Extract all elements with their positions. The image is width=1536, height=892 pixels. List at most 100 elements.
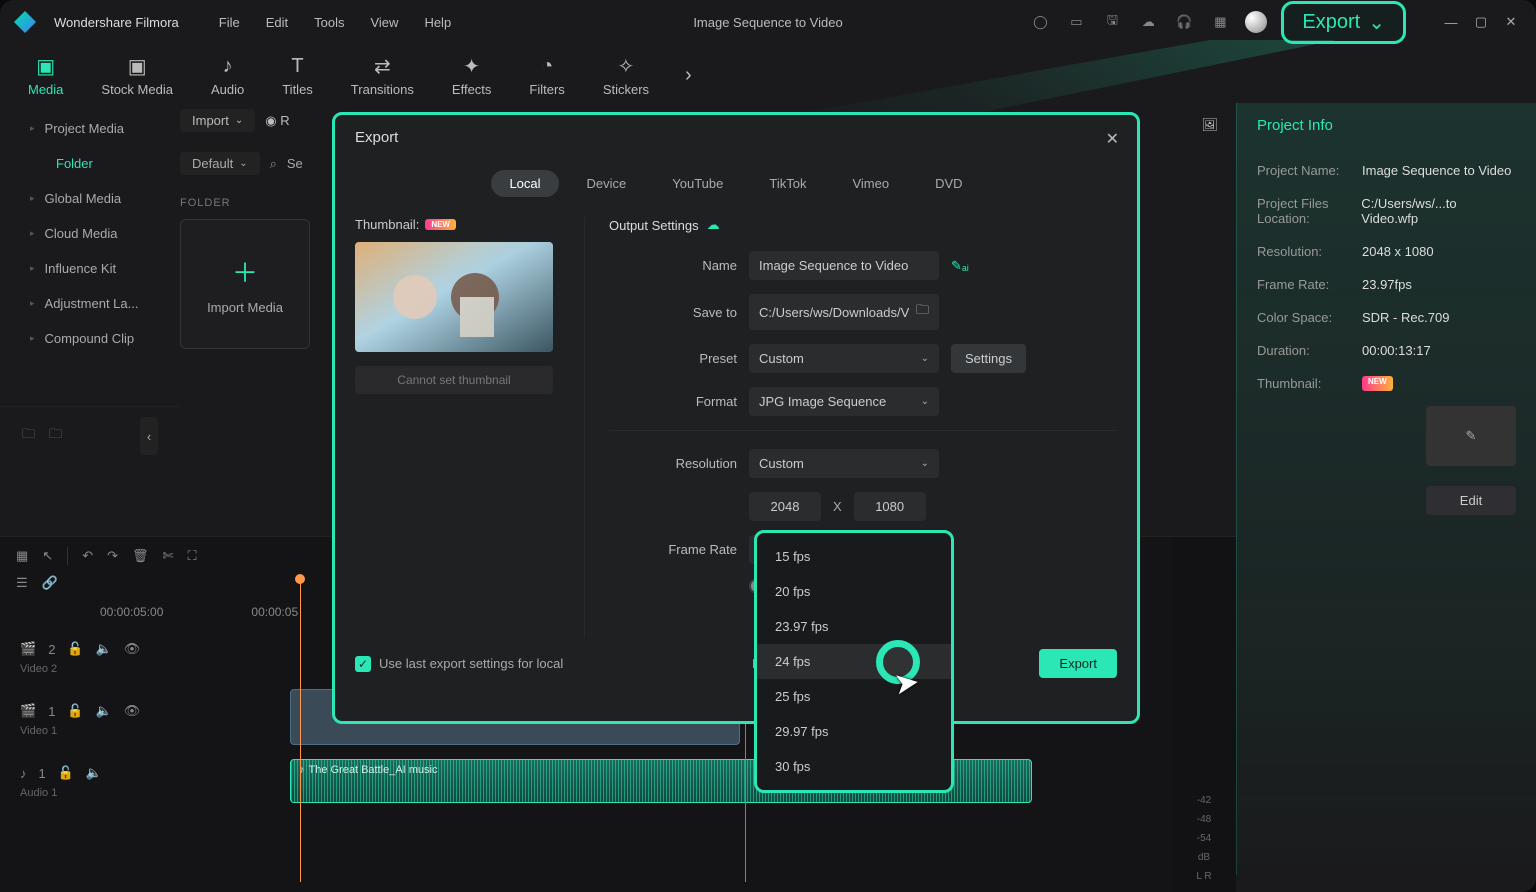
fps-option[interactable]: 24 fps [757, 644, 951, 679]
resolution-height-input[interactable]: 1080 [854, 492, 926, 521]
track-video-2[interactable]: 🎬2🔓🔈👁 [16, 623, 144, 661]
plus-icon: ＋ [232, 253, 258, 290]
tab-filters[interactable]: ◔Filters [519, 48, 574, 103]
menu-view[interactable]: View [370, 15, 398, 30]
mute-icon[interactable]: 🔈 [96, 703, 112, 719]
unlink-icon[interactable]: 🔗 [42, 575, 58, 591]
edit-button[interactable]: Edit [1426, 486, 1516, 515]
tab-stock-media[interactable]: ▣Stock Media [91, 48, 183, 103]
new-bin-icon[interactable]: 🗀 [22, 425, 35, 447]
ai-edit-icon[interactable]: ✎ₐᵢ [951, 258, 969, 274]
import-tile-label: Import Media [207, 300, 283, 315]
chevron-down-icon: ⌄ [921, 353, 929, 364]
menu-help[interactable]: Help [424, 15, 451, 30]
redo-icon[interactable]: ↷ [107, 548, 118, 564]
playhead[interactable] [300, 577, 301, 882]
visibility-icon[interactable]: 👁 [124, 641, 141, 657]
crop-icon[interactable]: ⛶ [187, 548, 196, 564]
undo-icon[interactable]: ↶ [82, 548, 93, 564]
apps-icon[interactable]: ▦ [1209, 11, 1231, 33]
fps-option[interactable]: 25 fps [757, 679, 951, 714]
fps-option[interactable]: 23.97 fps [757, 609, 951, 644]
tab-audio[interactable]: ♪Audio [201, 48, 254, 103]
format-dropdown[interactable]: JPG Image Sequence⌄ [749, 387, 939, 416]
snapshot-icon[interactable]: 🖼 [1201, 117, 1218, 133]
headphones-icon[interactable]: 🎧 [1173, 11, 1195, 33]
video-icon: 🎬 [20, 703, 36, 719]
track-audio-1[interactable]: ♪1🔓🔈 [16, 747, 144, 785]
export-tab-dvd[interactable]: DVD [917, 170, 980, 197]
maximize-icon[interactable]: ▢ [1470, 13, 1492, 31]
settings-button[interactable]: Settings [951, 344, 1026, 373]
resolution-dropdown[interactable]: Custom⌄ [749, 449, 939, 478]
collapse-sidebar-icon[interactable]: ‹ [140, 417, 158, 455]
lock-icon[interactable]: 🔓 [58, 765, 74, 781]
app-logo-icon [14, 11, 36, 33]
close-icon[interactable]: ✕ [1500, 13, 1522, 31]
export-name-input[interactable]: Image Sequence to Video [749, 251, 939, 280]
export-confirm-button[interactable]: Export [1039, 649, 1117, 678]
folder-icon[interactable]: 🗀 [916, 301, 929, 323]
settings-circle-icon[interactable]: ◯ [1029, 11, 1051, 33]
tab-overflow-icon[interactable]: › [677, 64, 700, 87]
sidebar-influence-kit[interactable]: ▸Influence Kit [0, 251, 180, 286]
import-media-tile[interactable]: ＋ Import Media [180, 219, 310, 349]
lock-icon[interactable]: 🔓 [67, 641, 83, 657]
search-hint[interactable]: Se [287, 156, 303, 171]
layout-icon[interactable]: ▦ [16, 548, 28, 564]
fps-option[interactable]: 30 fps [757, 749, 951, 784]
track-icon[interactable]: ☰ [16, 575, 28, 591]
close-dialog-icon[interactable]: ✕ [1106, 129, 1119, 149]
pencil-icon: ✎ [1466, 428, 1477, 444]
sidebar-folder[interactable]: Folder [0, 146, 180, 181]
minimize-icon[interactable]: — [1440, 13, 1462, 31]
export-tab-youtube[interactable]: YouTube [654, 170, 741, 197]
tab-titles[interactable]: TTitles [272, 48, 323, 103]
export-tab-vimeo[interactable]: Vimeo [834, 170, 907, 197]
device-icon[interactable]: ▭ [1065, 11, 1087, 33]
sidebar-adjustment-layer[interactable]: ▸Adjustment La... [0, 286, 180, 321]
user-avatar-icon[interactable] [1245, 11, 1267, 33]
menu-tools[interactable]: Tools [314, 15, 344, 30]
export-thumbnail[interactable] [355, 242, 553, 352]
lock-icon[interactable]: 🔓 [67, 703, 83, 719]
app-name: Wondershare Filmora [54, 15, 179, 30]
fps-option[interactable]: 20 fps [757, 574, 951, 609]
sidebar-compound-clip[interactable]: ▸Compound Clip [0, 321, 180, 356]
mute-icon[interactable]: 🔈 [86, 765, 102, 781]
mute-icon[interactable]: 🔈 [96, 641, 112, 657]
fps-option[interactable]: 15 fps [757, 539, 951, 574]
tab-transitions[interactable]: ⇄Transitions [341, 48, 424, 103]
search-icon[interactable]: ⌕ [270, 156, 277, 172]
sidebar-cloud-media[interactable]: ▸Cloud Media [0, 216, 180, 251]
export-button[interactable]: Export ⌄ [1281, 1, 1406, 44]
resolution-width-input[interactable]: 2048 [749, 492, 821, 521]
sidebar-project-media[interactable]: ▸Project Media [0, 111, 180, 146]
new-folder-icon[interactable]: 🗀 [49, 425, 62, 447]
cloud-sync-icon[interactable]: ☁ [707, 217, 720, 233]
tab-effects[interactable]: ✦Effects [442, 48, 502, 103]
export-tab-device[interactable]: Device [569, 170, 645, 197]
cursor-icon[interactable]: ↖ [42, 548, 53, 564]
cloud-icon[interactable]: ☁ [1137, 11, 1159, 33]
record-radio[interactable]: ◉ R [265, 113, 289, 129]
track-video-1[interactable]: 🎬1🔓🔈👁 [16, 685, 144, 723]
export-tab-local[interactable]: Local [491, 170, 558, 197]
use-last-checkbox[interactable]: ✓ [355, 656, 371, 672]
tab-stickers[interactable]: ✧Stickers [593, 48, 659, 103]
import-dropdown[interactable]: Import⌄ [180, 109, 255, 132]
cut-icon[interactable]: ✄ [163, 548, 174, 564]
menu-file[interactable]: File [219, 15, 240, 30]
sidebar-global-media[interactable]: ▸Global Media [0, 181, 180, 216]
sort-default[interactable]: Default⌄ [180, 152, 260, 175]
delete-icon[interactable]: 🗑 [132, 548, 149, 564]
thumbnail-preview[interactable]: ✎ [1426, 406, 1516, 466]
save-to-input[interactable]: C:/Users/ws/Downloads/Videos🗀 [749, 294, 939, 330]
fps-option[interactable]: 29.97 fps [757, 714, 951, 749]
save-icon[interactable]: 🖫 [1101, 11, 1123, 33]
preset-dropdown[interactable]: Custom⌄ [749, 344, 939, 373]
export-tab-tiktok[interactable]: TikTok [751, 170, 824, 197]
menu-edit[interactable]: Edit [266, 15, 288, 30]
tab-media[interactable]: ▣Media [18, 48, 73, 103]
visibility-icon[interactable]: 👁 [124, 703, 141, 719]
